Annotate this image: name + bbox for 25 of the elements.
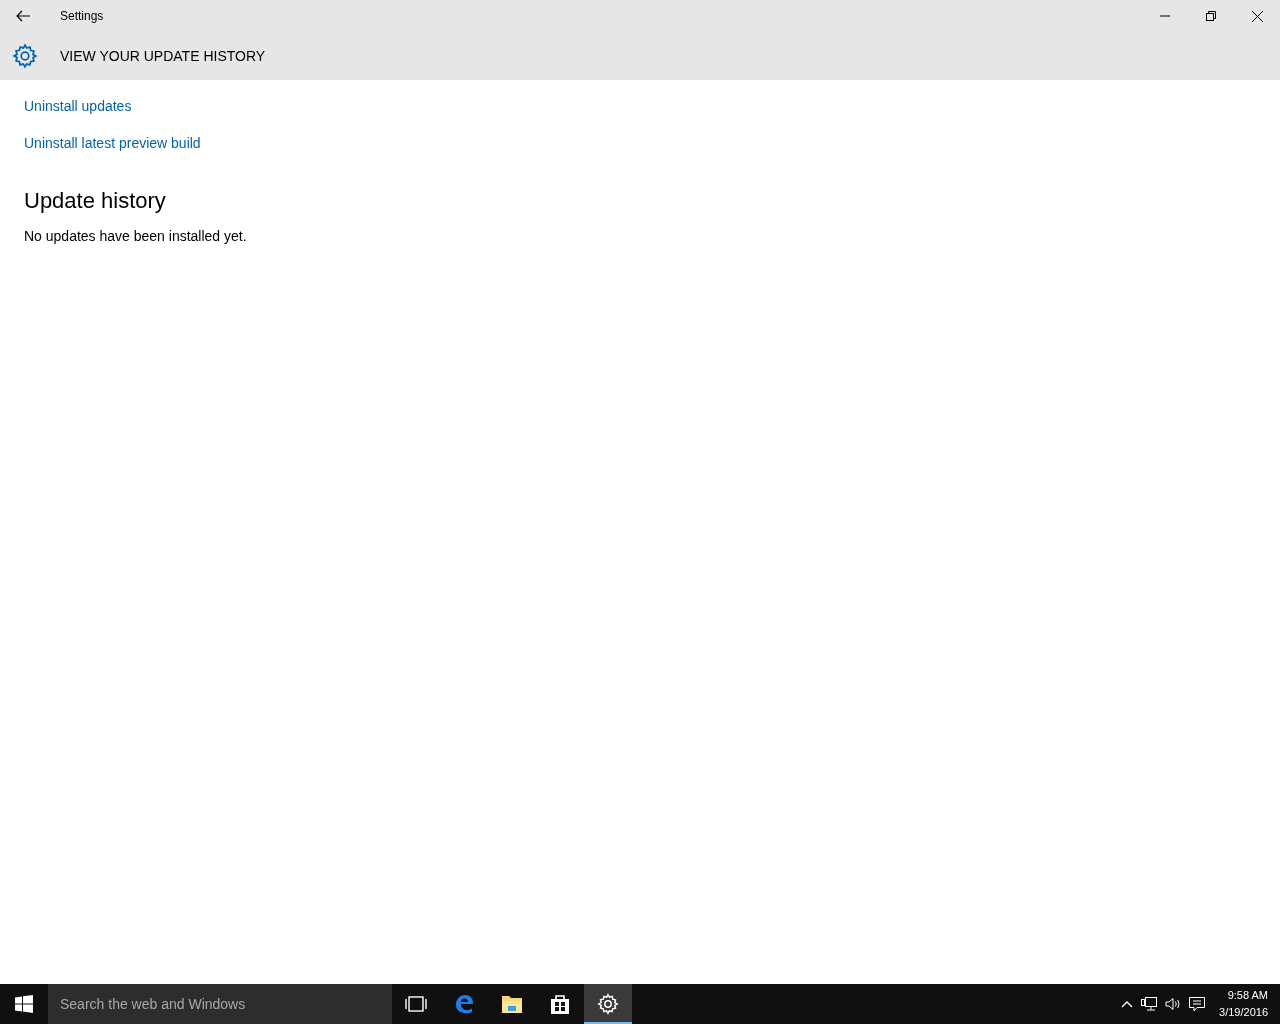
- restore-icon: [1206, 11, 1216, 21]
- window-title: Settings: [60, 9, 105, 23]
- gear-icon: [597, 993, 619, 1015]
- page-title: VIEW YOUR UPDATE HISTORY: [60, 48, 266, 64]
- close-icon: [1251, 10, 1263, 22]
- folder-icon: [501, 994, 523, 1014]
- network-icon[interactable]: [1141, 997, 1158, 1011]
- link[interactable]: Uninstall latest preview build: [24, 135, 201, 151]
- back-arrow-icon: [16, 10, 30, 22]
- status-message: No updates have been installed yet.: [24, 228, 247, 244]
- link[interactable]: Uninstall updates: [24, 98, 132, 114]
- shopping-bag-icon: [550, 993, 570, 1015]
- windows-logo-icon: [15, 995, 33, 1013]
- taskbar-button[interactable]: [584, 984, 632, 1024]
- clock-date: 3/19/2016: [1219, 1005, 1268, 1020]
- section-heading: Update history: [24, 188, 166, 214]
- search-field[interactable]: Search the web and Windows: [48, 984, 392, 1024]
- e-logo-icon: [453, 993, 475, 1015]
- settings-icon: [12, 43, 38, 69]
- speaker-icon[interactable]: [1165, 997, 1182, 1011]
- task-view-icon: [405, 996, 427, 1012]
- clock-time: 9:58 AM: [1227, 988, 1268, 1003]
- notification-icon[interactable]: [1189, 996, 1206, 1012]
- minimize-icon: [1160, 15, 1170, 17]
- chevron-up-icon[interactable]: [1121, 1000, 1134, 1008]
